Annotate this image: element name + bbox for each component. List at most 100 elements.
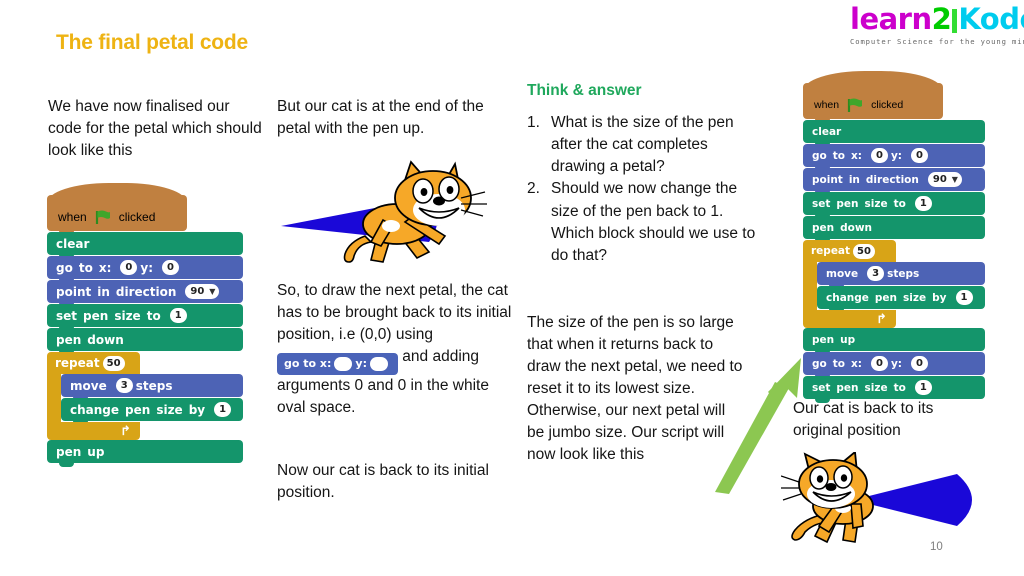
brand-logo: learn2Kode Computer Science for the youn…	[850, 2, 1024, 52]
scratch-block-repeat[interactable]: repeat 50 move 3 steps change pen size by 1 ↱	[47, 352, 244, 444]
block-label: y:	[890, 357, 902, 370]
scratch-block-pen-up[interactable]: pen up	[803, 328, 985, 355]
scratch-block-go-to-x:-y:[interactable]: go to x: 0 y: 0	[803, 352, 985, 379]
repeat-block-header[interactable]: repeat 50	[47, 352, 140, 374]
scratch-block-go-to-x:-y:[interactable]: go to x: 0 y: 0	[803, 144, 985, 171]
question-item: 2. Should we now change the size of the p…	[527, 178, 759, 267]
repeat-block-contents: move 3 steps change pen size by 1	[61, 374, 244, 425]
logo-text-two: 2	[931, 2, 952, 36]
block-label: direction	[115, 284, 177, 299]
block-label: direction	[865, 173, 919, 186]
block-number-input[interactable]: 1	[914, 380, 932, 395]
cat-position-paragraph: But our cat is at the end of the petal w…	[277, 98, 484, 137]
block-label: y:	[140, 260, 153, 275]
block-label: clear	[812, 125, 842, 138]
block-number-input[interactable]: 50	[853, 243, 875, 259]
scratch-block-change-pen-size-by[interactable]: change pen size by 1	[61, 398, 244, 425]
scratch-block-when-flag-clicked[interactable]: when clicked	[803, 71, 943, 123]
block-label: pen	[812, 333, 835, 346]
block-label: change	[70, 402, 120, 417]
block-number-input[interactable]: 0	[162, 260, 179, 275]
block-number-input[interactable]: 0	[120, 260, 138, 275]
block-number-input[interactable]: 1	[214, 402, 232, 417]
block-label: when	[58, 210, 87, 224]
repeat-block-footer: ↱	[47, 422, 140, 444]
block-label: size	[114, 308, 141, 323]
think-and-answer-questions: 1. What is the size of the pen after the …	[527, 112, 759, 267]
scratch-block-clear[interactable]: clear	[803, 120, 985, 147]
block-label: set	[56, 308, 78, 323]
block-label: to	[893, 197, 906, 210]
scratch-block-change-pen-size-by[interactable]: change pen size by 1	[817, 286, 985, 313]
block-label: size	[156, 402, 183, 417]
block-dropdown-input[interactable]: 90 ▼	[927, 172, 962, 187]
scratch-block-point-in-direction[interactable]: point in direction 90 ▼	[47, 280, 244, 307]
chevron-down-icon: ▼	[951, 175, 958, 184]
pen-size-explanation-paragraph: The size of the pen is so large that whe…	[527, 314, 743, 463]
block-label: down	[840, 221, 873, 234]
repeat-block-contents: move 3 steps change pen size by 1	[817, 262, 985, 313]
repeat-block-arm	[47, 374, 61, 422]
block-dropdown-input[interactable]: 90 ▼	[185, 284, 220, 299]
scratch-block-move-steps[interactable]: move 3 steps	[817, 262, 985, 289]
scratch-block-point-in-direction[interactable]: point in direction 90 ▼	[803, 168, 985, 195]
inline-goto-y-input[interactable]	[369, 356, 388, 371]
scratch-block-set-pen-size-to[interactable]: set pen size to 1	[47, 304, 244, 331]
block-number-input[interactable]: 1	[914, 196, 932, 211]
block-label: point	[56, 284, 92, 299]
hat-block-top	[803, 71, 943, 91]
block-label: to	[146, 308, 161, 323]
logo-text-learn: learn	[850, 2, 932, 36]
scratch-block-pen-down[interactable]: pen down	[803, 216, 985, 243]
block-label: repeat	[55, 356, 100, 370]
scratch-block-clear[interactable]: clear	[47, 232, 244, 259]
scratch-block-pen-down[interactable]: pen down	[47, 328, 244, 355]
block-label: pen	[125, 402, 151, 417]
block-number-input[interactable]: 1	[169, 308, 187, 323]
think-and-answer-heading: Think & answer	[527, 82, 642, 99]
block-number-input[interactable]: 3	[867, 266, 885, 281]
block-label: move	[70, 378, 107, 393]
block-label: to	[832, 357, 845, 370]
block-number-input[interactable]: 3	[115, 378, 133, 393]
scratch-block-pen-up[interactable]: pen up	[47, 440, 244, 467]
cat-with-petal-illustration-1	[279, 158, 489, 270]
question-item: 1. What is the size of the pen after the …	[527, 112, 759, 178]
scratch-block-set-pen-size-to[interactable]: set pen size to 1	[803, 376, 985, 403]
scratch-block-repeat[interactable]: repeat 50 move 3 steps change pen size by 1 ↱	[803, 240, 985, 332]
green-flag-icon	[95, 210, 111, 224]
block-number-input[interactable]: 0	[870, 356, 888, 371]
block-label: in	[848, 173, 860, 186]
scratch-block-when-flag-clicked[interactable]: when clicked	[47, 183, 187, 235]
block-number-input[interactable]: 0	[911, 356, 928, 371]
block-label: x:	[850, 357, 862, 370]
logo-text-k: K	[958, 2, 980, 36]
slide: learn2Kode Computer Science for the youn…	[0, 0, 1024, 576]
block-number-input[interactable]: 0	[870, 148, 888, 163]
block-label: point	[812, 173, 843, 186]
block-label: go	[56, 260, 73, 275]
block-label: steps	[887, 267, 920, 280]
block-label: set	[812, 197, 831, 210]
block-label: by	[932, 291, 947, 304]
block-label: by	[188, 402, 206, 417]
block-number-input[interactable]: 0	[911, 148, 928, 163]
scratch-block-move-steps[interactable]: move 3 steps	[61, 374, 244, 401]
block-label: down	[87, 332, 124, 347]
page-number: 10	[930, 541, 943, 553]
repeat-block-arm	[803, 262, 817, 310]
next-petal-text-before: So, to draw the next petal, the cat has …	[277, 282, 512, 343]
block-label: go	[812, 149, 827, 162]
inline-goto-xy-block[interactable]: go to x: y:	[277, 352, 398, 375]
question-text: Should we now change the size of the pen…	[551, 180, 756, 264]
block-number-input[interactable]: 1	[955, 290, 973, 305]
block-label: clicked	[118, 210, 156, 224]
inline-goto-x-input[interactable]	[334, 356, 353, 371]
loop-arrow-icon: ↱	[120, 424, 131, 439]
scratch-block-set-pen-size-to[interactable]: set pen size to 1	[803, 192, 985, 219]
block-label: pen	[874, 291, 898, 304]
block-label: in	[97, 284, 110, 299]
block-number-input[interactable]: 50	[102, 355, 125, 371]
repeat-block-header[interactable]: repeat 50	[803, 240, 896, 262]
scratch-block-go-to-x:-y:[interactable]: go to x: 0 y: 0	[47, 256, 244, 283]
